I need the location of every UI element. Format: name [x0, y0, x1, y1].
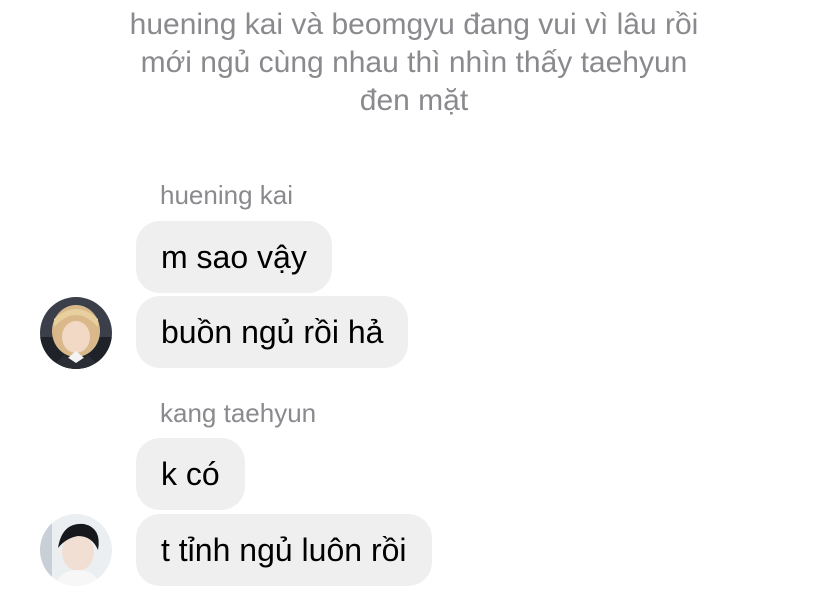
sender-name: huening kai — [160, 180, 293, 210]
avatar-huening-kai[interactable] — [40, 297, 112, 369]
message-text: t tỉnh ngủ luôn rồi — [161, 531, 407, 568]
message-text: k có — [161, 455, 220, 492]
message-bubble[interactable]: buồn ngủ rồi hả — [136, 296, 409, 368]
avatar-kang-taehyun[interactable] — [40, 514, 112, 586]
sender-name: kang taehyun — [160, 398, 317, 428]
system-note-line: huening kai và beomgyu đang vui vì lâu r… — [129, 8, 699, 41]
message-text: m sao vậy — [161, 238, 307, 275]
system-note-line: mới ngủ cùng nhau thì nhìn thấy taehyun — [140, 46, 688, 79]
message-bubble[interactable]: k có — [136, 438, 245, 510]
avatar-blonde-person-icon — [40, 297, 112, 369]
message-bubble[interactable]: m sao vậy — [136, 221, 332, 293]
message-text: buồn ngủ rồi hả — [161, 313, 384, 350]
avatar-dark-hair-person-icon — [40, 514, 112, 586]
system-note-line: đen mặt — [359, 84, 469, 117]
system-note: huening kai và beomgyu đang vui vì lâu r… — [0, 6, 828, 120]
message-bubble[interactable]: t tỉnh ngủ luôn rồi — [136, 514, 432, 586]
